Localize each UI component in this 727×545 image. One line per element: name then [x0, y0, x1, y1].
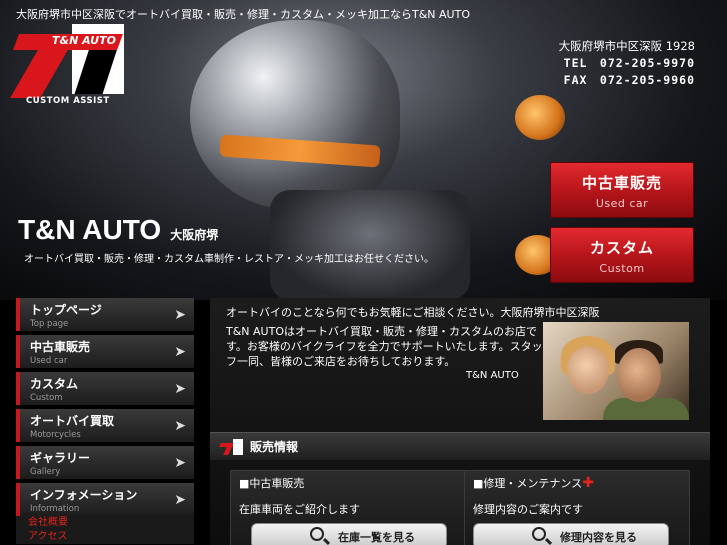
fuel-tank — [190, 20, 400, 210]
sidebar-item-label: カスタム — [30, 377, 79, 391]
sidebar-item-used-car[interactable]: 中古車販売 Used car ➤ — [16, 335, 194, 368]
chevron-right-icon: ➤ — [174, 307, 186, 323]
used-car-button[interactable]: 中古車販売 Used car — [550, 162, 694, 218]
sidebar-item-information[interactable]: インフォメーション Information ➤ — [16, 483, 194, 516]
sidebar-item-sublabel: Gallery — [30, 467, 61, 477]
custom-button-label: カスタム — [589, 239, 654, 257]
intro-title: オートバイのことなら何でもお気軽にご相談ください。大阪府堺市中区深阪 — [226, 306, 600, 319]
sidebar-item-sublabel: Motorcycles — [30, 430, 81, 440]
sales-info-header: 販売情報 — [210, 432, 710, 460]
engine — [270, 190, 470, 300]
chevron-right-icon: ➤ — [174, 381, 186, 397]
sub-link-access[interactable]: アクセス — [28, 530, 194, 544]
card-title-text: ■修理・メンテナンス — [473, 477, 583, 490]
sidebar-item-custom[interactable]: カスタム Custom ➤ — [16, 372, 194, 405]
used-car-button-sublabel: Used car — [595, 197, 649, 210]
view-stock-button[interactable]: 在庫一覧を見る — [251, 523, 447, 545]
logo-subtitle: CUSTOM ASSIST — [26, 96, 110, 106]
address: 大阪府堺市中区深阪 1928 — [558, 39, 695, 53]
sidebar-item-label: 中古車販売 — [30, 340, 91, 354]
intro-signature: T&N AUTO — [466, 370, 519, 381]
sub-link-company[interactable]: 会社概要 — [28, 516, 194, 530]
sidebar-item-top[interactable]: トップページ Top page ➤ — [16, 298, 194, 331]
tn-logo-icon — [219, 439, 244, 455]
site-logo[interactable]: T&N AUTO CUSTOM ASSIST — [10, 24, 126, 106]
sidebar-item-gallery[interactable]: ギャラリー Gallery ➤ — [16, 446, 194, 479]
red-cross-icon: ✚ — [582, 475, 594, 491]
phone-number: TEL 072-205-9970 — [563, 56, 695, 70]
turn-signal-lamp — [515, 95, 565, 140]
tagline: オートバイ買取・販売・修理・カスタム車制作・レストア・メッキ加工はお任せください… — [24, 254, 434, 265]
sidebar-item-sublabel: Top page — [30, 319, 69, 329]
chevron-right-icon: ➤ — [174, 344, 186, 360]
sidebar-item-label: トップページ — [30, 303, 102, 317]
view-stock-button-label: 在庫一覧を見る — [338, 531, 415, 544]
brand-title: T&N AUTO 大阪府堺 — [18, 214, 218, 246]
chevron-right-icon: ➤ — [174, 418, 186, 434]
card-description: 在庫車両をご紹介します — [239, 503, 360, 516]
sidebar-nav: トップページ Top page ➤ 中古車販売 Used car ➤ カスタム … — [16, 298, 194, 544]
card-title: ■中古車販売 — [239, 477, 305, 490]
custom-button[interactable]: カスタム Custom — [550, 227, 694, 283]
staff-face — [617, 348, 661, 402]
chevron-right-icon: ➤ — [174, 455, 186, 471]
staff-photo — [543, 322, 689, 420]
card-description: 修理内容のご案内です — [473, 503, 583, 516]
information-sub-links: 会社概要 アクセス — [16, 516, 194, 544]
main-panel: オートバイのことなら何でもお気軽にご相談ください。大阪府堺市中区深阪 T&N A… — [210, 298, 710, 545]
search-icon — [532, 527, 546, 541]
logo-t-slash — [10, 50, 68, 98]
fax-number: FAX 072-205-9960 — [563, 73, 695, 87]
sales-card-used: ■中古車販売 在庫車両をご紹介します 在庫一覧を見る — [230, 470, 466, 545]
sidebar-item-sublabel: Information — [30, 504, 80, 514]
card-title: ■修理・メンテナンス✚ — [473, 475, 594, 491]
staff-face — [567, 346, 609, 394]
logo-banner-text: T&N AUTO — [52, 34, 116, 47]
custom-button-sublabel: Custom — [599, 262, 645, 275]
used-car-button-label: 中古車販売 — [581, 174, 662, 192]
search-icon — [310, 527, 324, 541]
chevron-right-icon: ➤ — [174, 492, 186, 508]
sales-card-repair: ■修理・メンテナンス✚ 修理内容のご案内です 修理内容を見る — [464, 470, 690, 545]
sidebar-item-label: インフォメーション — [30, 488, 138, 502]
view-repair-button-label: 修理内容を見る — [560, 531, 637, 544]
sidebar-item-motorcycles[interactable]: オートバイ買取 Motorcycles ➤ — [16, 409, 194, 442]
view-repair-button[interactable]: 修理内容を見る — [473, 523, 669, 545]
sidebar-item-sublabel: Used car — [30, 356, 68, 366]
sidebar-item-label: オートバイ買取 — [30, 414, 115, 428]
staff-body — [603, 398, 689, 420]
brand-location: 大阪府堺 — [170, 228, 219, 242]
sidebar-item-label: ギャラリー — [30, 451, 91, 465]
intro-body: T&N AUTOはオートバイ買取・販売・修理・カスタムのお店です。お客様のバイク… — [226, 325, 543, 368]
sidebar-item-sublabel: Custom — [30, 393, 63, 403]
brand-name: T&N AUTO — [18, 214, 162, 245]
section-title: 販売情報 — [250, 440, 299, 454]
header-description: 大阪府堺市中区深阪でオートバイ買取・販売・修理・カスタム・メッキ加工ならT&N … — [16, 8, 470, 21]
contact-info: 大阪府堺市中区深阪 1928 TEL 072-205-9970 FAX 072-… — [559, 38, 695, 89]
